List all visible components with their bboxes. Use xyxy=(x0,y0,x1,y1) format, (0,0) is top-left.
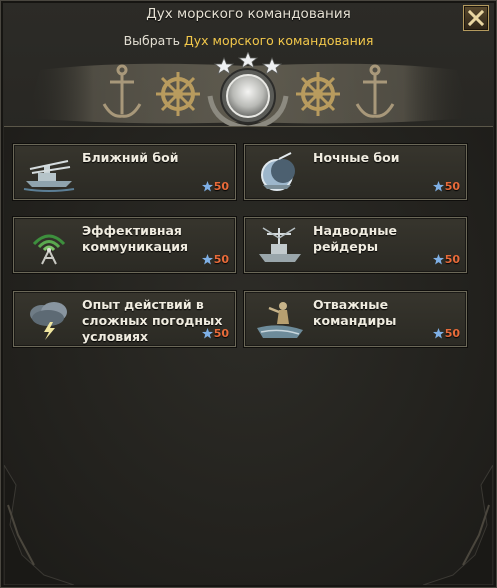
spirit-cost: 50 xyxy=(201,327,229,340)
spirit-cost: 50 xyxy=(432,327,460,340)
spirit-card-surface-raiders[interactable]: Надводные рейдеры 50 xyxy=(244,217,467,273)
spirit-card-label: Эффективная коммуникация xyxy=(82,223,189,254)
night-battle-moon-icon xyxy=(261,152,295,191)
brave-commander-statue-icon xyxy=(257,302,303,338)
spirit-cost: 50 xyxy=(432,180,460,193)
spirit-cost-value: 50 xyxy=(213,327,229,340)
subtitle-highlight: Дух морского командования xyxy=(183,33,374,48)
subtitle-prefix: Выбрать xyxy=(123,33,180,48)
spirit-cost-value: 50 xyxy=(444,327,460,340)
spirit-cost: 50 xyxy=(432,253,460,266)
naval-spirit-window: Дух морского командования Выбрать Дух мо… xyxy=(0,0,497,588)
storm-cloud-lightning-icon xyxy=(30,302,67,340)
spirit-cost-value: 50 xyxy=(444,253,460,266)
spirit-cost-value: 50 xyxy=(213,180,229,193)
close-icon xyxy=(467,9,485,27)
radio-antenna-icon xyxy=(32,234,66,265)
spirit-cost-value: 50 xyxy=(444,180,460,193)
corner-ornament-right xyxy=(423,465,493,585)
spirit-card-harsh-weather-experience[interactable]: Опыт действий в сложных погодных условия… xyxy=(13,291,236,347)
ship-wheel-left-icon xyxy=(156,72,200,116)
spirit-cost: 50 xyxy=(201,253,229,266)
naval-emblem-banner xyxy=(27,52,470,130)
spirit-cost: 50 xyxy=(201,180,229,193)
spirit-card-effective-communication[interactable]: Эффективная коммуникация 50 xyxy=(13,217,236,273)
subtitle: Выбрать Дух морского командования xyxy=(0,33,497,48)
battleships-close-combat-icon xyxy=(23,160,75,192)
close-button[interactable] xyxy=(463,5,489,31)
ship-wheel-right-icon xyxy=(296,72,340,116)
star-icon xyxy=(201,254,213,265)
spirit-card-label: Надводные рейдеры xyxy=(313,223,398,254)
star-icon xyxy=(201,328,213,339)
spirit-cost-value: 50 xyxy=(213,253,229,266)
spirit-card-night-battles[interactable]: Ночные бои 50 xyxy=(244,144,467,200)
spirit-list-panel: Ближний бой 50 Ночные бои 50 Эффективная… xyxy=(4,126,493,585)
admiral-medal-icon xyxy=(207,52,289,130)
star-icon xyxy=(432,328,444,339)
surface-raider-ship-icon xyxy=(259,227,301,262)
spirit-card-label: Ночные бои xyxy=(313,150,400,165)
spirit-card-brave-commanders[interactable]: Отважные командиры 50 xyxy=(244,291,467,347)
star-icon xyxy=(201,181,213,192)
star-icon xyxy=(432,181,444,192)
spirit-card-label: Ближний бой xyxy=(82,150,179,165)
corner-ornament-left xyxy=(4,465,74,585)
window-title: Дух морского командования xyxy=(146,6,351,22)
spirit-card-label: Отважные командиры xyxy=(313,297,397,328)
spirit-card-close-combat[interactable]: Ближний бой 50 xyxy=(13,144,236,200)
star-icon xyxy=(432,254,444,265)
